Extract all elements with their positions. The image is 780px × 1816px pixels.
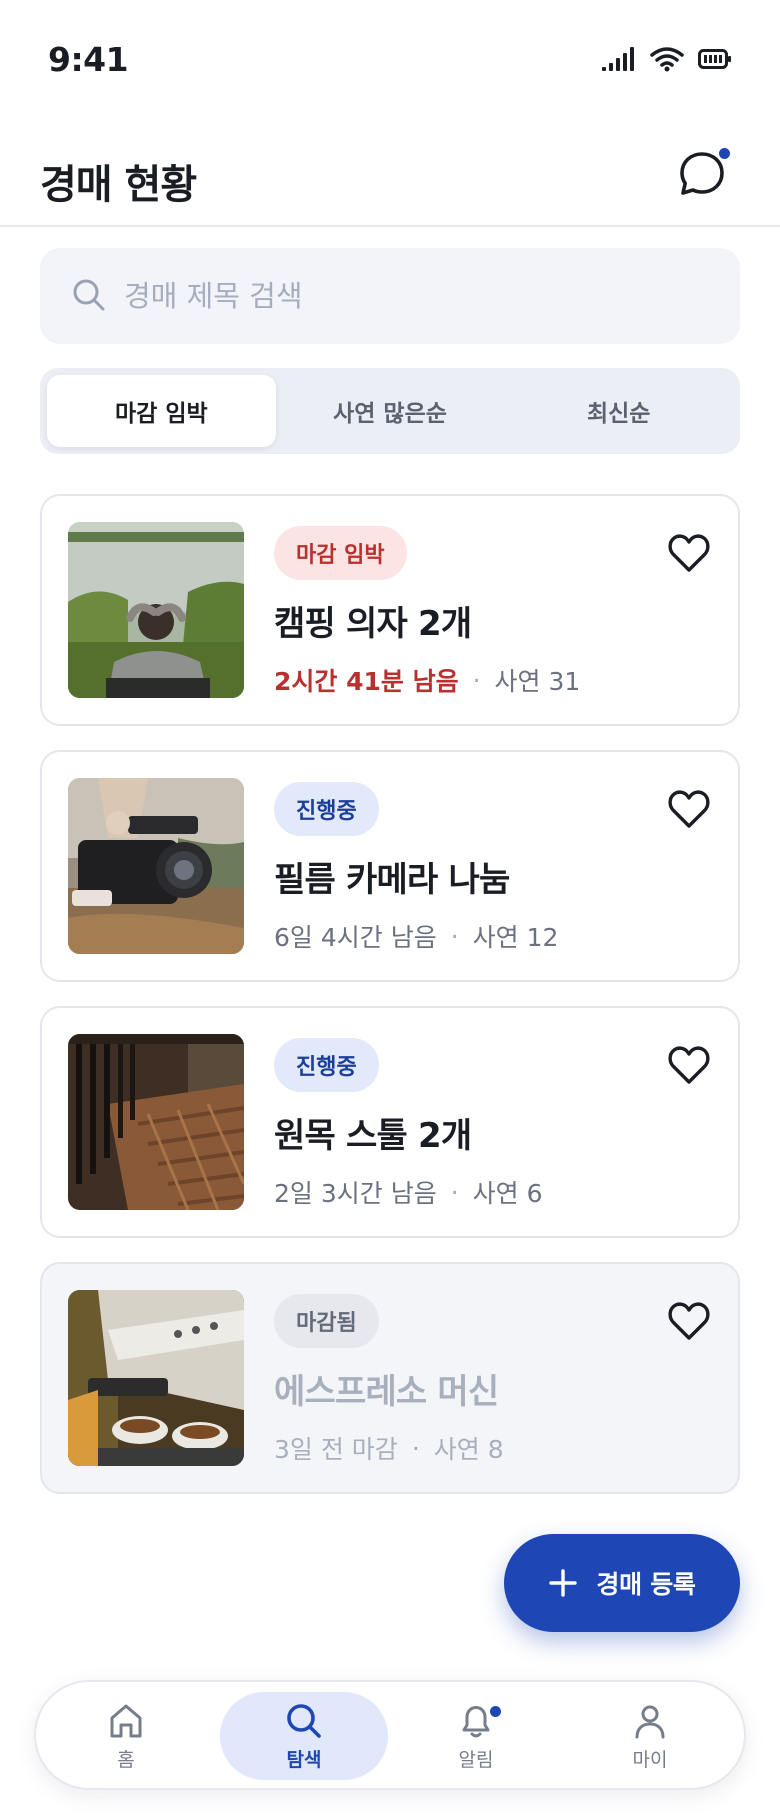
notification-dot bbox=[488, 1704, 503, 1719]
nav-label: 알림 bbox=[458, 1748, 494, 1771]
bottom-nav: 홈 탐색 알림 마이 bbox=[34, 1680, 746, 1790]
heart-icon[interactable] bbox=[666, 786, 712, 832]
auction-meta: 6일 4시간 남음 · 사연 12 bbox=[274, 918, 558, 954]
auction-title: 원목 스툴 2개 bbox=[274, 1116, 472, 1156]
auction-title: 필름 카메라 나눔 bbox=[274, 860, 510, 900]
auction-card[interactable]: 진행중 원목 스툴 2개 2일 3시간 남음 · 사연 6 bbox=[40, 1006, 740, 1238]
meta-separator: · bbox=[472, 665, 481, 695]
status-badge: 마감됨 bbox=[274, 1294, 379, 1348]
nav-home[interactable]: 홈 bbox=[42, 1692, 210, 1780]
camping-photo bbox=[68, 522, 244, 698]
nav-explore[interactable]: 탐색 bbox=[220, 1692, 388, 1780]
nav-notifications[interactable]: 알림 bbox=[392, 1692, 560, 1780]
search-input[interactable] bbox=[124, 248, 704, 344]
home-icon bbox=[110, 1704, 142, 1737]
heart-icon[interactable] bbox=[666, 1298, 712, 1344]
nav-label: 탐색 bbox=[286, 1748, 322, 1771]
search-icon bbox=[73, 279, 105, 311]
auction-card[interactable]: 마감 임박 캠핑 의자 2개 2시간 41분 남음 · 사연 31 bbox=[40, 494, 740, 726]
wifi-icon bbox=[650, 47, 684, 72]
auction-title: 캠핑 의자 2개 bbox=[274, 604, 472, 644]
battery-icon bbox=[698, 49, 731, 69]
auction-meta: 3일 전 마감 · 사연 8 bbox=[274, 1430, 504, 1466]
unread-dot bbox=[717, 146, 732, 161]
auction-card[interactable]: 진행중 필름 카메라 나눔 6일 4시간 남음 · 사연 12 bbox=[40, 750, 740, 982]
sort-tabs: 마감 임박 사연 많은순 최신순 bbox=[40, 368, 740, 454]
search-icon bbox=[287, 1703, 321, 1738]
time-left: 2일 3시간 남음 bbox=[274, 1179, 437, 1208]
auction-thumbnail bbox=[68, 1290, 244, 1466]
espresso-photo bbox=[68, 1290, 244, 1466]
plus-icon bbox=[549, 1569, 578, 1597]
time-left: 6일 4시간 남음 bbox=[274, 923, 437, 952]
user-icon bbox=[635, 1705, 665, 1738]
heart-icon[interactable] bbox=[666, 530, 712, 576]
nav-label: 마이 bbox=[632, 1748, 668, 1771]
auction-list: 마감 임박 캠핑 의자 2개 2시간 41분 남음 · 사연 31 진행중 필름… bbox=[40, 494, 740, 1518]
status-bar: 9:41 bbox=[0, 0, 780, 120]
meta-separator: · bbox=[411, 1433, 420, 1463]
story-count: 사연 12 bbox=[472, 923, 559, 952]
register-auction-button[interactable]: 경매 등록 bbox=[504, 1534, 740, 1632]
app-header: 경매 현황 bbox=[0, 130, 780, 227]
fab-label: 경매 등록 bbox=[596, 1570, 696, 1599]
status-badge: 마감 임박 bbox=[274, 526, 407, 580]
story-count: 사연 8 bbox=[433, 1435, 504, 1464]
tab-most-stories[interactable]: 사연 많은순 bbox=[276, 375, 505, 447]
page-title: 경매 현황 bbox=[40, 162, 197, 208]
auction-title: 에스프레소 머신 bbox=[274, 1372, 499, 1412]
time-left: 3일 전 마감 bbox=[274, 1435, 398, 1464]
auction-thumbnail bbox=[68, 1034, 244, 1210]
tab-latest[interactable]: 최신순 bbox=[504, 375, 733, 447]
meta-separator: · bbox=[450, 1177, 459, 1207]
auction-thumbnail bbox=[68, 778, 244, 954]
nav-my[interactable]: 마이 bbox=[566, 1692, 734, 1780]
camera-photo bbox=[68, 778, 244, 954]
story-count: 사연 31 bbox=[494, 667, 581, 696]
status-badge: 진행중 bbox=[274, 782, 379, 836]
auction-thumbnail bbox=[68, 522, 244, 698]
meta-separator: · bbox=[450, 921, 459, 951]
heart-icon[interactable] bbox=[666, 1042, 712, 1088]
search-bar bbox=[40, 248, 740, 344]
tab-deadline[interactable]: 마감 임박 bbox=[47, 375, 276, 447]
nav-label: 홈 bbox=[117, 1748, 135, 1771]
auction-card[interactable]: 마감됨 에스프레소 머신 3일 전 마감 · 사연 8 bbox=[40, 1262, 740, 1494]
auction-meta: 2시간 41분 남음 · 사연 31 bbox=[274, 662, 580, 698]
stool-photo bbox=[68, 1034, 244, 1210]
status-time: 9:41 bbox=[48, 40, 129, 79]
status-icons bbox=[602, 46, 732, 72]
signal-icon bbox=[602, 47, 634, 71]
status-badge: 진행중 bbox=[274, 1038, 379, 1092]
auction-meta: 2일 3시간 남음 · 사연 6 bbox=[274, 1174, 543, 1210]
story-count: 사연 6 bbox=[472, 1179, 543, 1208]
chat-button[interactable] bbox=[676, 146, 732, 200]
time-left: 2시간 41분 남음 bbox=[274, 667, 459, 696]
